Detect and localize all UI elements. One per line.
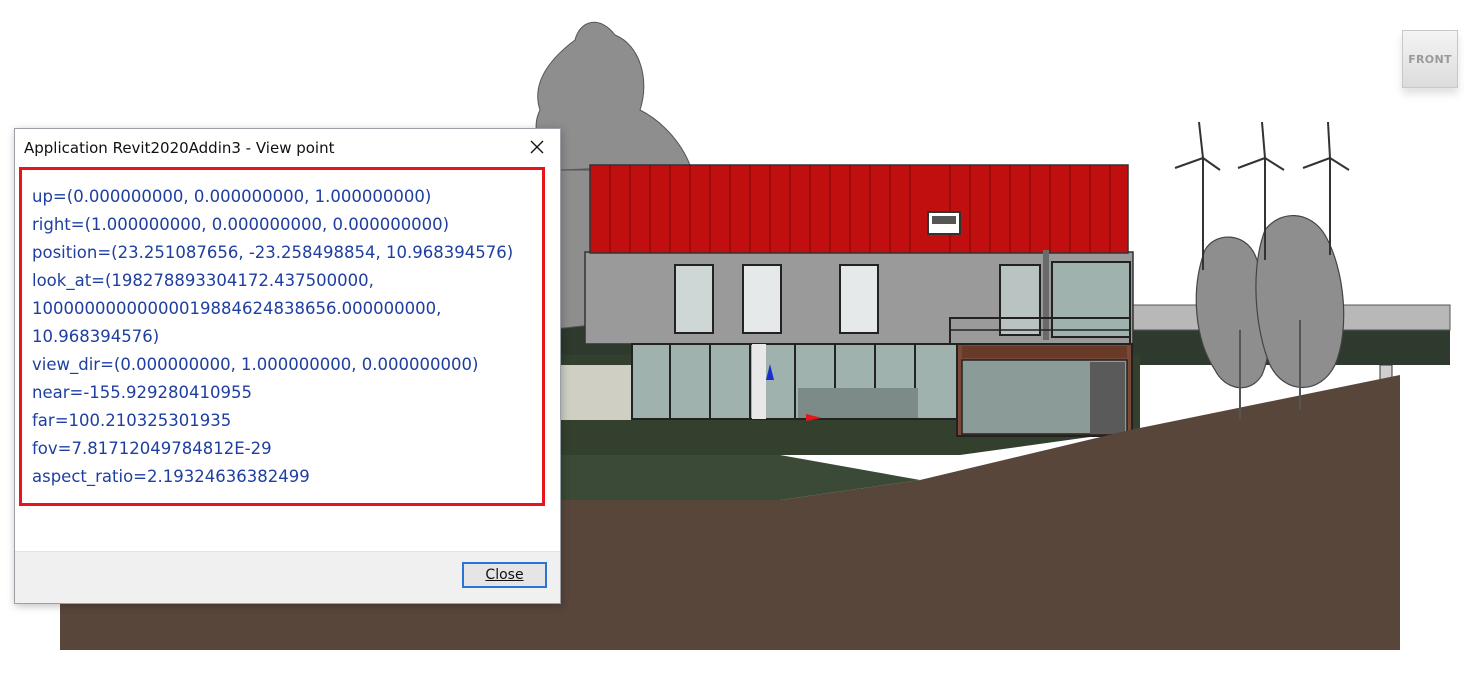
viewcube-front-label[interactable]: FRONT (1408, 53, 1452, 66)
info-line-view-dir: view_dir=(0.000000000, 1.000000000, 0.00… (32, 355, 479, 374)
view-info-text-box: up=(0.000000000, 0.000000000, 1.00000000… (19, 167, 545, 506)
close-icon[interactable] (514, 129, 560, 165)
info-line-far: far=100.210325301935 (32, 411, 232, 430)
info-line-look-at-cont-1: 10000000000000019884624838656.000000000, (32, 299, 442, 318)
dialog-titlebar[interactable]: Application Revit2020Addin3 - View point (15, 129, 560, 165)
info-line-up: up=(0.000000000, 0.000000000, 1.00000000… (32, 187, 432, 206)
dialog-footer: Close (15, 551, 560, 603)
info-line-right: right=(1.000000000, 0.000000000, 0.00000… (32, 215, 450, 234)
close-button-label: Close (485, 567, 524, 583)
info-line-fov: fov=7.81712049784812E-29 (32, 439, 272, 458)
close-button[interactable]: Close (462, 562, 547, 588)
info-line-look-at: look_at=(198278893304172.437500000, (32, 271, 374, 290)
info-line-near: near=-155.929280410955 (32, 383, 252, 402)
info-line-position: position=(23.251087656, -23.258498854, 1… (32, 243, 514, 262)
info-line-look-at-cont-2: 10.968394576) (32, 327, 160, 346)
info-line-aspect-ratio: aspect_ratio=2.19324636382499 (32, 467, 310, 486)
view-point-dialog: Application Revit2020Addin3 - View point… (14, 128, 561, 604)
viewcube[interactable]: FRONT (1402, 30, 1458, 88)
dialog-title: Application Revit2020Addin3 - View point (24, 139, 335, 157)
